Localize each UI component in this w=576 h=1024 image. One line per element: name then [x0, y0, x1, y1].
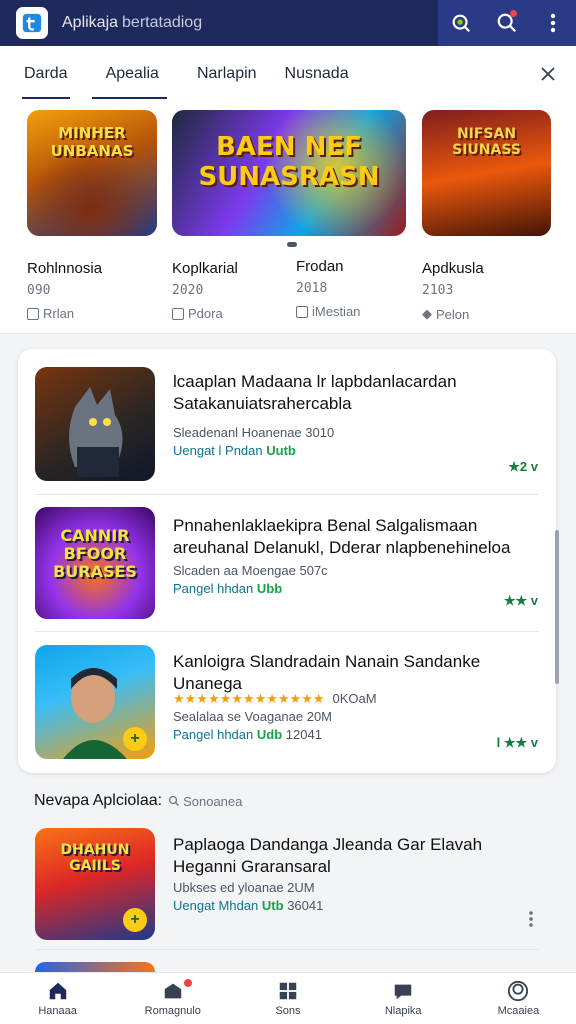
list-item[interactable]: DHAHUN GAIILS + Paplaoga Dandanga Jleand… [18, 828, 556, 940]
grid-icon [296, 305, 308, 318]
notification-dot [510, 10, 517, 17]
top-app-bar: Aplikaja bertatadiog [0, 0, 576, 46]
scan-icon [452, 14, 471, 33]
list-item[interactable]: CANNIR BFOOR BURASES Pnnahenlaklaekipra … [18, 507, 556, 619]
nav-profile[interactable]: Mcaaiea [461, 973, 576, 1024]
store-logo-icon [22, 13, 42, 33]
tab-darda[interactable]: Darda [22, 46, 70, 102]
section-heading: Nevapa Aplciolaa: Sonoanea [34, 792, 243, 809]
install-badge[interactable]: + [123, 727, 147, 751]
bottom-navigation: Hanaaa Romagnulo Sons Nlapika Mcaaiea [0, 972, 576, 1024]
featured-thumbnail: NIFSAN SIUNASS [422, 110, 551, 236]
app-thumbnail: DHAHUN GAIILS + [35, 828, 155, 940]
app-thumbnail: + [35, 645, 155, 759]
app-meta: Sleadenanl Hoanenae 3010 [173, 425, 335, 440]
featured-art-text: MINHER UNBANAS [50, 124, 134, 160]
apps-grid-icon [279, 982, 297, 1000]
featured-art-text: NIFSAN SIUNASS [452, 126, 521, 158]
app-title: Aplikaja bertatadiog [62, 14, 203, 31]
profile-icon [508, 980, 529, 1002]
app-title: Kanloigra Slandradain Nanain Sandanke Un… [173, 652, 481, 693]
featured-thumbnail: BAEN NEF SUNASRASN [172, 110, 406, 236]
install-badge[interactable]: + [123, 908, 147, 932]
app-developer: Pangel hhdan Udb 12041 [173, 727, 322, 742]
featured-card[interactable]: Frodan 2018 iMestian [296, 242, 406, 319]
tab-narlapin[interactable]: Narlapin [197, 46, 257, 102]
list-item[interactable]: + Kanloigra Slandradain Nanain Sandanke … [18, 645, 556, 759]
carousel-indicator [287, 242, 297, 247]
app-art-text: DHAHUN GAIILS [60, 842, 130, 874]
app-rating: ★2 v [508, 459, 538, 474]
app-title: lcaaplan Madaana lr lapbdanlacardan Sata… [173, 372, 457, 413]
nav-romagnulo[interactable]: Romagnulo [115, 973, 230, 1024]
featured-name: Rohlnnosia [27, 260, 103, 277]
page-icon [27, 307, 39, 320]
wolf-character-icon [69, 387, 123, 477]
divider [35, 494, 539, 495]
app-title: Paplaoga Dandanga Jleanda Gar Elavah Heg… [173, 835, 483, 876]
featured-meta: ◆ Pelon [422, 306, 470, 322]
home-icon [49, 982, 66, 1000]
app-rating: ★★ v [503, 593, 538, 608]
featured-year: 2018 [296, 281, 328, 296]
tag-icon: ◆ [422, 306, 432, 321]
app-list-card: lcaaplan Madaana lr lapbdanlacardan Sata… [18, 349, 556, 773]
featured-thumbnail: MINHER UNBANAS [27, 110, 157, 236]
more-vert-icon [550, 13, 556, 33]
featured-card[interactable]: MINHER UNBANAS Rohlnnosia 090 Rrlan [27, 110, 157, 321]
nav-home[interactable]: Hanaaa [0, 973, 115, 1024]
app-logo[interactable] [16, 7, 48, 39]
featured-name: Frodan [296, 258, 344, 275]
app-art-text: CANNIR BFOOR BURASES [53, 526, 137, 581]
featured-carousel[interactable]: MINHER UNBANAS Rohlnnosia 090 Rrlan BAEN… [0, 102, 576, 334]
category-tabs: Darda Apealia Narlapin Nusnada [0, 46, 576, 102]
featured-card[interactable]: NIFSAN SIUNASS Apdkusla 2103 ◆ Pelon [422, 110, 551, 322]
tab-apealia[interactable]: Apealia [91, 46, 168, 102]
overflow-menu-button[interactable] [530, 0, 576, 46]
search-icon [168, 795, 180, 806]
close-icon[interactable] [540, 66, 556, 82]
store-icon [164, 983, 182, 999]
page-icon [172, 307, 184, 320]
notification-dot [184, 979, 193, 987]
featured-meta: Rrlan [27, 306, 157, 321]
featured-year: 090 [27, 283, 51, 298]
section-hint[interactable]: Sonoanea [168, 794, 242, 809]
scan-button[interactable] [438, 0, 484, 46]
app-meta: Ubkses ed yloanae 2UM [173, 880, 315, 895]
featured-name: Apdkusla [422, 260, 484, 277]
app-thumbnail: CANNIR BFOOR BURASES [35, 507, 155, 619]
nav-nlapika[interactable]: Nlapika [346, 973, 461, 1024]
app-meta: Slcaden aa Moengae 507c [173, 563, 328, 578]
app-developer: Pangel hhdan Ubb [173, 581, 283, 596]
chat-icon [394, 984, 412, 1000]
app-rating: l ★★ v [496, 735, 538, 750]
app-developer: Uengat Mhdan Utb 36041 [173, 898, 324, 913]
tab-nusnada[interactable]: Nusnada [285, 46, 349, 102]
divider [35, 631, 539, 632]
featured-art-text: BAEN NEF SUNASRASN [198, 132, 380, 192]
divider [35, 949, 539, 950]
more-vert-icon[interactable] [528, 910, 534, 928]
section-app-list: DHAHUN GAIILS + Paplaoga Dandanga Jleand… [18, 818, 556, 978]
star-rating: ★★★★★★★★★★★★★ 0KOaM [173, 691, 377, 706]
app-title: Pnnahenlaklaekipra Benal Salgalismaan ar… [173, 516, 511, 557]
app-meta: Sealalaa se Voaganae 20M [173, 709, 333, 724]
app-developer: Uengat l Pndan Uutb [173, 443, 296, 458]
featured-meta: iMestian [296, 304, 406, 319]
list-item[interactable]: lcaaplan Madaana lr lapbdanlacardan Sata… [18, 367, 556, 481]
featured-year: 2103 [422, 283, 454, 298]
scrollbar[interactable] [555, 530, 559, 684]
search-button[interactable] [484, 0, 530, 46]
app-thumbnail [35, 367, 155, 481]
nav-sons[interactable]: Sons [230, 973, 345, 1024]
